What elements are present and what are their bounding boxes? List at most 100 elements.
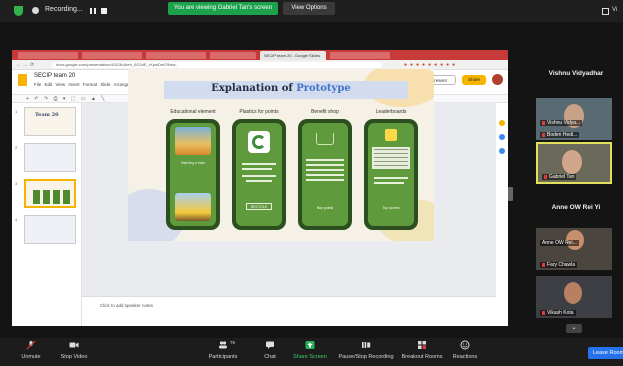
share-screen-label: Share Screen	[293, 354, 327, 360]
phone-text: Watching a video	[180, 161, 206, 165]
thumb-title: Team 20	[35, 112, 59, 118]
share-button[interactable]: Share	[462, 75, 486, 85]
slide-thumbnail[interactable]	[24, 215, 76, 244]
zoom-bottom-bar: Unmute Stop Video 76 Participants Chat S…	[0, 338, 623, 366]
url-field[interactable]: docs.google.com/presentation/d/1D3rUkeh_…	[52, 62, 382, 68]
recycle-button: RECYCLE	[246, 203, 272, 210]
chat-button[interactable]: Chat	[257, 340, 283, 360]
participants-icon	[219, 341, 227, 349]
slide-thumbnail-selected[interactable]	[24, 179, 76, 208]
top-scores-label: Top scores	[382, 206, 400, 210]
viewing-banner: You are viewing Gabriel Tan's screen	[168, 2, 278, 15]
table-row	[374, 157, 408, 158]
text-line	[242, 163, 276, 165]
zoom-top-bar: Recording... You are viewing Gabriel Tan…	[0, 0, 623, 22]
pause-stop-recording-button[interactable]: Pause/Stop Recording	[336, 340, 396, 360]
stop-video-button[interactable]: Stop Video	[56, 340, 92, 360]
pause-recording-icon[interactable]	[90, 8, 96, 14]
table-row	[374, 149, 408, 150]
panel-collapse-handle[interactable]	[508, 187, 513, 201]
thumb-phone	[53, 190, 60, 204]
app-logo-icon	[248, 131, 270, 153]
text-line	[246, 180, 272, 182]
document-title[interactable]: SECIP team 20	[34, 73, 75, 79]
slide-thumbnail[interactable]: Team 20	[24, 107, 76, 136]
video-tile-active-speaker[interactable]: Gabriel Tan	[536, 142, 612, 184]
table-row	[374, 153, 408, 154]
browser-tab[interactable]	[210, 52, 256, 59]
leave-room-button[interactable]: Leave Room	[588, 347, 623, 359]
calendar-icon[interactable]	[499, 148, 505, 154]
phone-mockup-leaderboards: Top scores	[364, 119, 418, 230]
keep-icon[interactable]	[499, 120, 505, 126]
tasks-icon[interactable]	[499, 134, 505, 140]
phone-screen: Buy points	[302, 123, 348, 226]
gallery-view-icon[interactable]	[602, 8, 609, 15]
unmute-button[interactable]: Unmute	[14, 340, 48, 360]
slides-logo-icon[interactable]	[18, 74, 27, 86]
slide-title: Explanation of Prototype	[128, 83, 434, 94]
browser-tab[interactable]	[18, 52, 78, 59]
reactions-button[interactable]: Reactions	[450, 340, 480, 360]
participant-name: Vishnu Vidya...	[540, 120, 583, 126]
participant-name: Anne OW Rei...	[540, 240, 579, 246]
slide-thumbnails: 1 Team 20 2 3 4	[12, 103, 82, 326]
participant-face	[564, 282, 582, 304]
video-tile[interactable]: Anne OW Rei... Fary Chawla	[536, 228, 612, 270]
participants-panel: Vishnu Vidyadhar Vishnu Vidya... Boden H…	[534, 58, 618, 328]
phone-screen: Watching a video	[170, 123, 216, 226]
slide-title-main: Explanation of	[211, 83, 297, 94]
current-slide[interactable]: Explanation of Prototype Educational ele…	[128, 69, 434, 241]
participant-header: Vishnu Vidyadhar	[548, 70, 604, 77]
mic-muted-icon	[542, 310, 545, 315]
column-label-plastics: Plastics for points	[239, 109, 279, 115]
stop-recording-icon[interactable]	[101, 8, 107, 14]
browser-tab-active[interactable]: SECIP team 20 - Google Slides	[260, 51, 326, 60]
phone-screen: RECYCLE	[236, 123, 282, 226]
recording-label: Recording...	[45, 6, 83, 13]
toolbar-icons[interactable]: + ↶ ↷ ⎙ ▾ ⬚ ▭ ▲ ╲	[26, 96, 106, 102]
share-screen-button[interactable]: Share Screen	[290, 340, 330, 360]
browser-tab[interactable]	[146, 52, 206, 59]
mic-muted-icon	[542, 262, 545, 267]
video-tile[interactable]: Vikash Kota	[536, 276, 612, 318]
slide-thumbnail[interactable]	[24, 143, 76, 172]
phone-screen: Top scores	[368, 123, 414, 226]
scroll-down-button[interactable]: ⌄	[566, 324, 582, 333]
browser-tab-strip: SECIP team 20 - Google Slides	[12, 50, 508, 60]
phone-mockup-educational: Watching a video	[166, 119, 220, 230]
share-screen-icon	[305, 341, 315, 349]
extension-icons[interactable]: ●●●●●●●●●	[404, 62, 458, 68]
browser-nav-icons[interactable]: ←→⟳	[16, 62, 36, 68]
phone-mockup-benefit-shop: Buy points	[298, 119, 352, 230]
thumb-phone	[63, 190, 70, 204]
browser-tab[interactable]	[330, 52, 390, 59]
speaker-notes-placeholder[interactable]: Click to add speaker notes	[100, 303, 153, 308]
participant-name: Vikash Kota	[540, 310, 576, 316]
breakout-rooms-button[interactable]: Breakout Rooms	[400, 340, 444, 360]
column-label-leaderboards: Leaderboards	[375, 109, 407, 115]
thumb-number: 3	[15, 181, 18, 186]
security-shield-icon[interactable]	[14, 6, 23, 16]
text-line	[242, 168, 272, 170]
view-toggle-label[interactable]: Vi	[612, 7, 617, 13]
participants-label: Participants	[208, 354, 238, 360]
thumb-number: 4	[15, 217, 18, 222]
shop-row	[306, 169, 344, 171]
recording-icon	[32, 7, 39, 14]
browser-tab[interactable]	[82, 52, 142, 59]
speaker-notes[interactable]: Click to add speaker notes	[82, 296, 496, 326]
view-options-button[interactable]: View Options	[283, 2, 335, 15]
breakout-rooms-icon	[418, 341, 426, 349]
thumb-phone	[33, 190, 40, 204]
video-tile[interactable]: Vishnu Vidya... Boden Hedi...	[536, 98, 612, 140]
mic-muted-icon	[542, 120, 545, 125]
shop-row	[306, 179, 344, 181]
participants-button[interactable]: 76 Participants	[203, 340, 243, 360]
breakout-rooms-label: Breakout Rooms	[401, 354, 443, 360]
video-camera-icon	[69, 342, 79, 348]
user-avatar[interactable]	[492, 74, 503, 85]
participant-name: Gabriel Tan	[542, 174, 577, 180]
mic-muted-icon	[542, 132, 545, 137]
text-line	[374, 182, 404, 184]
